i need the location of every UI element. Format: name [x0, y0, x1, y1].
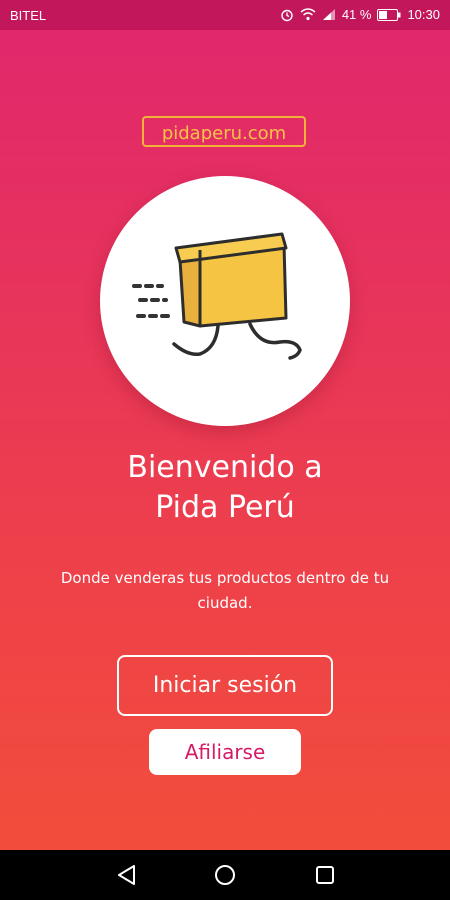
login-button[interactable]: Iniciar sesión	[117, 655, 333, 716]
back-icon[interactable]	[114, 862, 140, 888]
signal-icon	[322, 9, 335, 20]
hero-illustration	[100, 176, 350, 426]
battery-percent: 41 %	[341, 7, 372, 22]
navigation-bar	[0, 850, 450, 900]
wifi-icon	[300, 8, 316, 21]
welcome-title-line2: Pida Perú	[155, 490, 295, 525]
register-button[interactable]: Afiliarse	[149, 729, 301, 775]
clock: 10:30	[407, 7, 440, 22]
brand-badge[interactable]: pidaperu.com	[142, 116, 306, 147]
carrier-label: BITEL	[10, 8, 47, 23]
welcome-subtitle: Donde venderas tus productos dentro de t…	[60, 569, 390, 612]
welcome-title: Bienvenido a Pida Perú	[0, 448, 450, 528]
home-icon[interactable]	[212, 862, 238, 888]
recents-icon[interactable]	[312, 862, 338, 888]
running-box-icon	[132, 232, 302, 360]
battery-icon	[377, 8, 401, 21]
alarm-icon	[281, 9, 293, 21]
welcome-screen: BITEL 41 % 10:30 pidaperu.com Bienvenido…	[0, 0, 450, 850]
status-bar: BITEL 41 % 10:30	[0, 0, 450, 30]
status-icons: 41 % 10:30	[280, 7, 440, 22]
welcome-title-line1: Bienvenido a	[127, 450, 323, 485]
